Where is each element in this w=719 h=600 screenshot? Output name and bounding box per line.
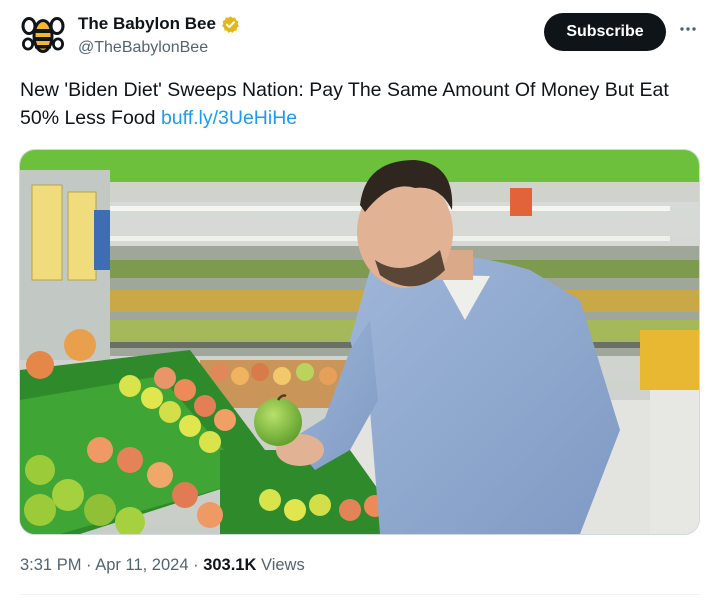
handle[interactable]: @TheBabylonBee (78, 39, 208, 57)
meta-separator: · (193, 556, 199, 574)
tweet-date[interactable]: Apr 11, 2024 (95, 556, 188, 574)
tweet-time[interactable]: 3:31 PM (20, 556, 81, 574)
subscribe-button[interactable]: Subscribe (544, 13, 666, 51)
display-name[interactable]: The Babylon Bee (78, 14, 216, 34)
avatar[interactable] (20, 12, 66, 58)
post-card: The Babylon Bee @TheBabylonBee Subscribe… (0, 0, 719, 600)
media-image[interactable] (19, 149, 700, 535)
supermarket-photo (20, 150, 699, 534)
tweet-meta: 3:31 PM · Apr 11, 2024 · 303.1K Views (20, 556, 305, 575)
tweet-body: New 'Biden Diet' Sweeps Nation: Pay The … (20, 79, 669, 129)
tweet-link[interactable]: buff.ly/3UeHiHe (161, 107, 297, 129)
bee-logo-icon (21, 17, 65, 53)
tweet-text: New 'Biden Diet' Sweeps Nation: Pay The … (20, 76, 700, 132)
author-name-row[interactable]: The Babylon Bee (78, 14, 240, 34)
meta-separator: · (86, 556, 92, 574)
views-label: Views (261, 556, 305, 574)
divider (20, 594, 700, 595)
views-count: 303.1K (203, 556, 257, 574)
verified-badge-icon[interactable] (221, 15, 240, 34)
more-horizontal-icon[interactable] (677, 18, 699, 40)
